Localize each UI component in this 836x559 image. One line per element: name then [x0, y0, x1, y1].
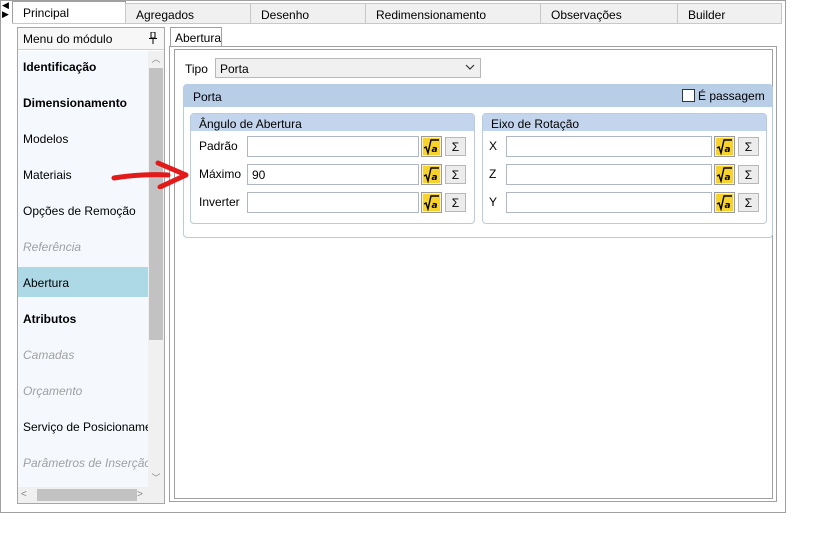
maximo-label: Máximo: [199, 167, 242, 181]
eixo-de-rotacao-header: Eixo de Rotação: [483, 114, 766, 131]
tab-observacoes[interactable]: Observações: [540, 3, 678, 23]
formula-button-padrao[interactable]: a: [421, 136, 442, 157]
sum-button-maximo[interactable]: Σ: [445, 165, 466, 184]
sum-button-padrao[interactable]: Σ: [445, 137, 466, 156]
z-field[interactable]: [506, 164, 712, 185]
tipo-select-value: Porta: [220, 62, 249, 76]
x-field[interactable]: [506, 136, 712, 157]
menu-item-referencia[interactable]: Referência: [18, 231, 148, 261]
svg-text:a: a: [725, 145, 731, 155]
module-menu-title: Menu do módulo: [23, 32, 113, 46]
menu-item-abertura[interactable]: Abertura: [18, 267, 148, 297]
svg-text:a: a: [432, 173, 438, 183]
svg-text:a: a: [725, 201, 731, 211]
tab-agregados[interactable]: Agregados: [125, 3, 251, 23]
y-label: Y: [489, 195, 498, 209]
horizontal-scroll-thumb[interactable]: [37, 489, 137, 501]
formula-icon: a: [423, 194, 440, 212]
porta-group: Porta É passagem Ângulo de Abertura Padr…: [183, 84, 773, 238]
menu-item-orcamento[interactable]: Orçamento: [18, 375, 148, 405]
tipo-select[interactable]: Porta: [215, 58, 481, 78]
menu-item-camadas[interactable]: Camadas: [18, 339, 148, 369]
z-label: Z: [489, 167, 497, 181]
padrao-label: Padrão: [199, 139, 238, 153]
menu-item-opcoes-de-remocao[interactable]: Opções de Remoção: [18, 195, 148, 225]
formula-icon: a: [716, 138, 733, 156]
module-menu: Menu do módulo Identificação Dimensionam…: [17, 27, 165, 504]
formula-icon: a: [716, 166, 733, 184]
sum-button-x[interactable]: Σ: [738, 137, 759, 156]
formula-button-x[interactable]: a: [714, 136, 735, 157]
module-menu-header: Menu do módulo: [18, 28, 164, 50]
formula-button-y[interactable]: a: [714, 192, 735, 213]
menu-horizontal-scrollbar[interactable]: < >: [18, 487, 164, 503]
e-passagem-checkbox[interactable]: [682, 89, 695, 102]
formula-icon: a: [716, 194, 733, 212]
menu-item-servico-de-posicionamento[interactable]: Serviço de Posicionamen: [18, 411, 148, 441]
menu-item-dimensionamento[interactable]: Dimensionamento: [18, 87, 148, 117]
scroll-right-icon[interactable]: >: [137, 488, 149, 502]
e-passagem-label: É passagem: [698, 89, 765, 103]
vertical-scroll-thumb[interactable]: [149, 68, 163, 340]
tab-redimensionamento[interactable]: Redimensionamento: [365, 3, 541, 23]
menu-item-identificacao[interactable]: Identificação: [18, 51, 148, 81]
tipo-label: Tipo: [185, 62, 208, 76]
svg-text:a: a: [432, 145, 438, 155]
content-panel: Tipo Porta Porta É passagem Ângulo de Ab…: [169, 46, 777, 502]
module-menu-list: Identificação Dimensionamento Modelos Ma…: [18, 51, 148, 487]
tab-desenho[interactable]: Desenho: [250, 3, 366, 23]
sum-button-z[interactable]: Σ: [738, 165, 759, 184]
tabs-divider: [12, 23, 782, 24]
red-arrow-annotation: [110, 157, 190, 190]
x-label: X: [489, 139, 498, 153]
menu-item-parametros-de-insercao[interactable]: Parâmetros de Inserção: [18, 447, 148, 477]
tab-principal[interactable]: Principal: [12, 1, 126, 24]
padrao-field[interactable]: [247, 136, 419, 157]
formula-icon: a: [423, 138, 440, 156]
scroll-left-icon[interactable]: <: [21, 488, 33, 502]
menu-item-modelos[interactable]: Modelos: [18, 123, 148, 153]
formula-button-maximo[interactable]: a: [421, 164, 442, 185]
porta-group-title: Porta: [193, 90, 222, 104]
eixo-de-rotacao-group: Eixo de Rotação X a Σ Z a Σ Y a Σ: [482, 113, 767, 224]
inverter-field[interactable]: [247, 192, 419, 213]
menu-item-atributos[interactable]: Atributos: [18, 303, 148, 333]
pin-icon[interactable]: [148, 31, 158, 44]
svg-text:a: a: [725, 173, 731, 183]
tab-builder[interactable]: Builder: [677, 3, 782, 23]
inverter-label: Inverter: [199, 195, 240, 209]
tab-scroll-right-icon[interactable]: ▶: [2, 9, 12, 19]
sum-button-y[interactable]: Σ: [738, 193, 759, 212]
formula-button-z[interactable]: a: [714, 164, 735, 185]
menu-vertical-scrollbar[interactable]: ︿ ﹀: [148, 51, 164, 487]
maximo-field[interactable]: 90: [247, 164, 419, 185]
y-field[interactable]: [506, 192, 712, 213]
scroll-up-icon[interactable]: ︿: [150, 52, 162, 66]
angulo-de-abertura-group: Ângulo de Abertura Padrão a Σ Máximo 90 …: [190, 113, 475, 224]
content-inner-frame: Tipo Porta Porta É passagem Ângulo de Ab…: [174, 49, 773, 499]
formula-icon: a: [423, 166, 440, 184]
chevron-down-icon: [464, 61, 476, 73]
formula-button-inverter[interactable]: a: [421, 192, 442, 213]
sum-button-inverter[interactable]: Σ: [445, 193, 466, 212]
svg-text:a: a: [432, 201, 438, 211]
tab-abertura[interactable]: Abertura: [170, 27, 222, 47]
scroll-down-icon[interactable]: ﹀: [150, 471, 162, 485]
porta-group-header: Porta É passagem: [184, 85, 772, 107]
angulo-de-abertura-header: Ângulo de Abertura: [191, 114, 474, 131]
